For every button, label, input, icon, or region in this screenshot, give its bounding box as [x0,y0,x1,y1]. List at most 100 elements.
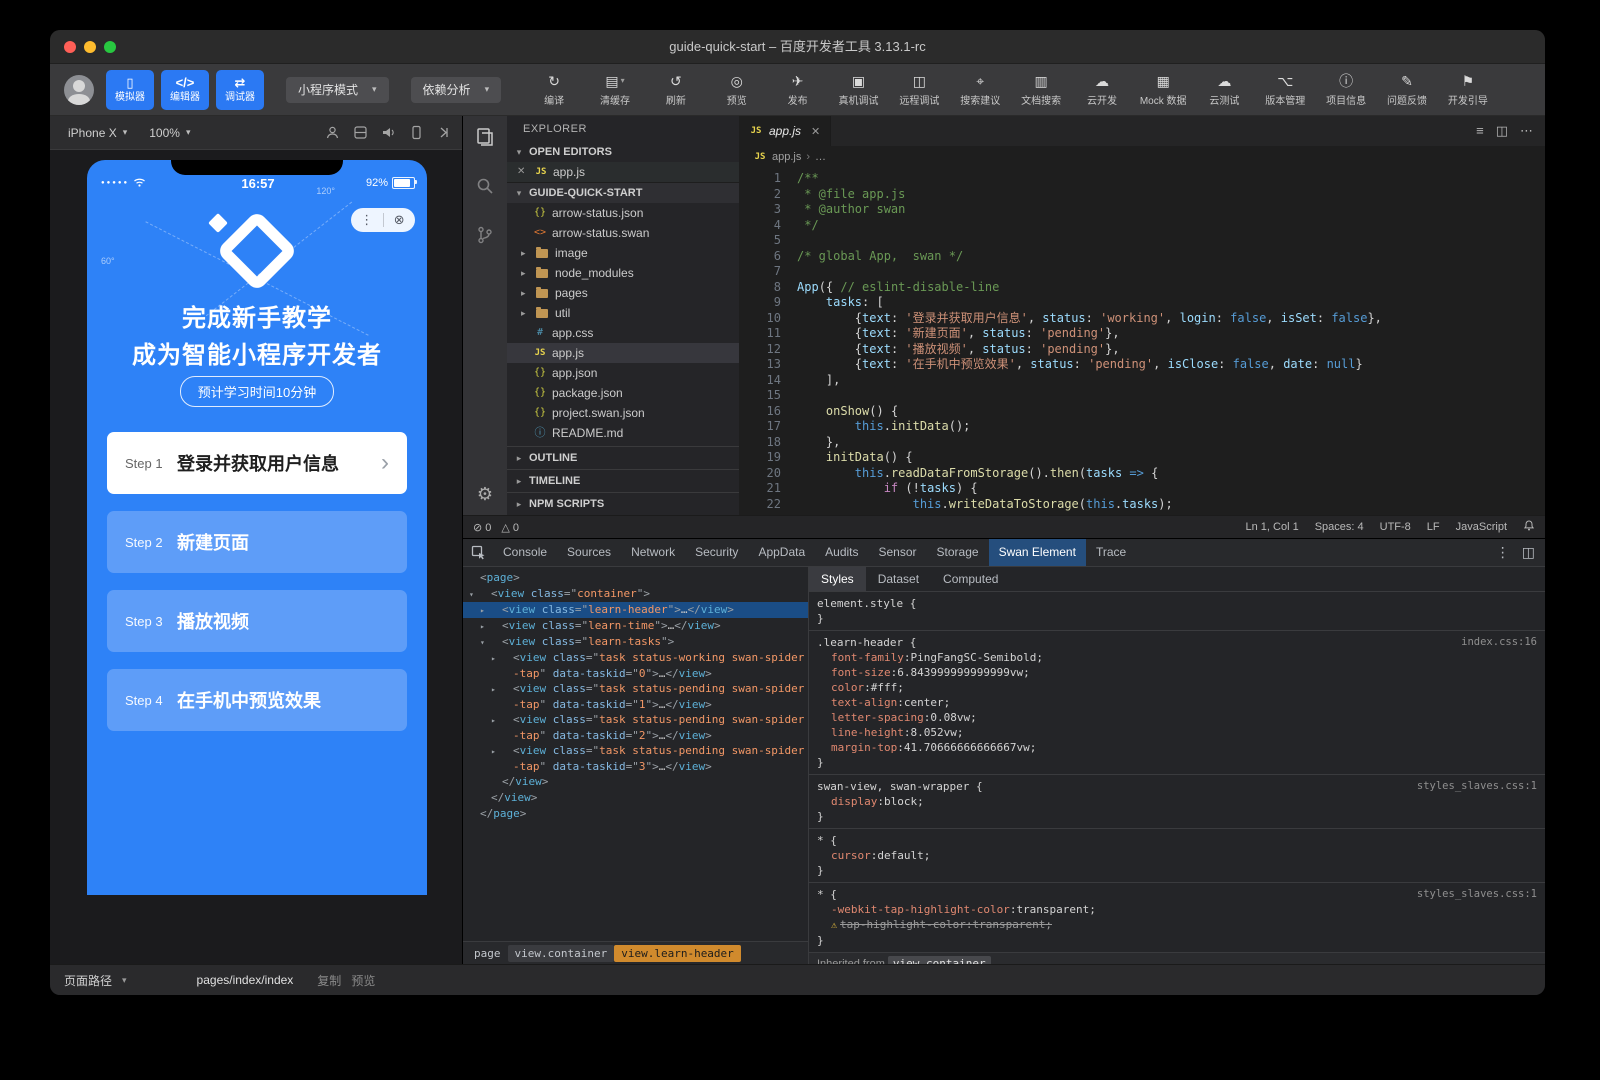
stylesheet-source-link[interactable]: styles_slaves.css:1 [1417,779,1537,794]
css-property[interactable]: color:#fff; [817,680,1537,695]
preview-path-button[interactable]: 预览 [351,972,375,989]
style-rule[interactable]: styles_slaves.css:1* {-webkit-tap-highli… [809,883,1545,953]
cursor-position[interactable]: Ln 1, Col 1 [1246,521,1299,533]
refresh-button[interactable]: ↺刷新 [653,73,699,107]
tab-app-js[interactable]: JS app.js ✕ [739,116,831,146]
inspect-element-icon[interactable] [463,545,493,560]
dom-breadcrumb-item[interactable]: view.learn-header [614,945,741,962]
dom-tree-node[interactable]: ▸<view class="learn-time">…</view> [463,618,808,634]
dom-tree-node[interactable]: </page> [463,806,808,822]
more-options-icon[interactable]: ⋮ [1496,544,1510,561]
close-icon[interactable]: ✕ [811,125,820,138]
file-row[interactable]: ▸node_modules [507,263,739,283]
explorer-icon[interactable] [474,126,496,153]
file-row[interactable]: {}app.json [507,363,739,383]
speaker-icon[interactable] [381,125,396,140]
file-row[interactable]: {}package.json [507,383,739,403]
search-suggest-button[interactable]: ⌖搜索建议 [957,73,1003,107]
capsule-menu-button[interactable]: ⋮ [351,208,383,232]
file-row[interactable]: {}arrow-status.json [507,203,739,223]
css-property[interactable]: text-align:center; [817,695,1537,710]
bell-icon[interactable] [1523,519,1535,535]
devtools-tab-sources[interactable]: Sources [557,539,621,566]
step-card[interactable]: Step 1登录并获取用户信息› [107,432,407,494]
css-property[interactable]: font-family:PingFangSC-Semibold; [817,650,1537,665]
styles-tab-computed[interactable]: Computed [931,567,1010,591]
remote-debug-button[interactable]: ◫远程调试 [896,73,942,107]
dev-guide-button[interactable]: ⚑开发引导 [1445,73,1491,107]
file-row[interactable]: ⓘREADME.md [507,423,739,443]
style-rule[interactable]: styles_slaves.css:1swan-view, swan-wrapp… [809,775,1545,829]
file-row[interactable]: JSapp.js [507,343,739,363]
step-card[interactable]: Step 4在手机中预览效果 [107,669,407,731]
warnings-indicator[interactable]: △ 0 [501,521,519,534]
style-rule[interactable]: index.css:16.learn-header {font-family:P… [809,631,1545,775]
dom-breadcrumb-item[interactable]: page [467,945,508,962]
step-card[interactable]: Step 2新建页面 [107,511,407,573]
cloud-test-button[interactable]: ☁云测试 [1201,73,1247,107]
file-row[interactable]: #app.css [507,323,739,343]
css-property[interactable]: margin-top:41.70666666666667vw; [817,740,1537,755]
user-avatar[interactable] [64,75,94,105]
clear-cache-button[interactable]: ▤▾清缓存 [592,73,638,107]
version-control-button[interactable]: ⌥版本管理 [1262,73,1308,107]
css-property[interactable]: -webkit-tap-highlight-color:transparent; [817,902,1537,917]
devtools-tab-security[interactable]: Security [685,539,748,566]
style-rule[interactable]: element.style {} [809,592,1545,631]
split-editor-icon[interactable]: ◫ [1496,123,1508,139]
file-row[interactable]: ▸pages [507,283,739,303]
devtools-tab-storage[interactable]: Storage [927,539,989,566]
zoom-select[interactable]: 100% ▾ [141,126,198,140]
devtools-tab-audits[interactable]: Audits [815,539,868,566]
copy-path-button[interactable]: 复制 [317,972,341,989]
section-timeline[interactable]: ▸TIMELINE [507,469,739,492]
css-property[interactable]: display:block; [817,794,1537,809]
css-property[interactable]: line-height:8.052vw; [817,725,1537,740]
devtools-tab-console[interactable]: Console [493,539,557,566]
eol[interactable]: LF [1427,521,1440,533]
dom-tree-node[interactable]: ▾<page> [463,570,808,586]
dock-side-icon[interactable]: ◫ [1522,544,1535,561]
project-header[interactable]: ▾ GUIDE-QUICK-START [507,182,739,203]
dom-tree-node[interactable]: ▾<view class="learn-tasks"> [463,634,808,650]
mock-data-button[interactable]: ▦Mock 数据 [1140,73,1187,107]
dependency-analysis-dropdown[interactable]: 依赖分析▾ [411,77,502,103]
device-frame-icon[interactable] [409,125,424,140]
code-area[interactable]: 1/**2 * @file app.js3 * @author swan4 */… [739,168,1545,515]
real-device-debug-button[interactable]: ▣真机调试 [835,73,881,107]
encoding[interactable]: UTF-8 [1380,521,1411,533]
section-outline[interactable]: ▸OUTLINE [507,446,739,469]
open-changes-icon[interactable]: ≡ [1476,123,1484,139]
git-branch-icon[interactable] [474,224,496,251]
css-property[interactable]: ⚠tap-highlight-color:transparent; [817,917,1537,933]
devtools-tab-sensor[interactable]: Sensor [869,539,927,566]
language-mode[interactable]: JavaScript [1456,521,1507,533]
dom-tree-node[interactable]: ▸<view class="learn-header">…</view> [463,602,808,618]
file-row[interactable]: ▸util [507,303,739,323]
inherited-selector-chip[interactable]: view.container [888,956,991,964]
devtools-tab-trace[interactable]: Trace [1086,539,1136,566]
css-property[interactable]: letter-spacing:0.08vw; [817,710,1537,725]
indentation[interactable]: Spaces: 4 [1315,521,1364,533]
dom-breadcrumb-item[interactable]: view.container [508,945,615,962]
devtools-tab-swan-element[interactable]: Swan Element [989,539,1086,566]
open-editors-header[interactable]: ▾ OPEN EDITORS [507,142,739,162]
debugger-button[interactable]: ⇄调试器 [216,70,264,110]
breadcrumb[interactable]: JS app.js › … [739,146,1545,168]
cloud-dev-button[interactable]: ☁云开发 [1079,73,1125,107]
search-icon[interactable] [474,175,496,202]
css-property[interactable]: font-size:6.843999999999999vw; [817,665,1537,680]
dom-tree-node[interactable]: </view> [463,774,808,790]
compile-button[interactable]: ↻编译 [531,73,577,107]
capsule-close-button[interactable]: ⊗ [384,208,416,232]
section-npm-scripts[interactable]: ▸NPM SCRIPTS [507,492,739,515]
miniprogram-mode-dropdown[interactable]: 小程序模式▾ [286,77,389,103]
css-property[interactable]: cursor:default; [817,848,1537,863]
devtools-tab-network[interactable]: Network [621,539,685,566]
errors-indicator[interactable]: ⊘ 0 [473,521,491,534]
dom-tree-node[interactable]: </view> [463,790,808,806]
open-editor-item[interactable]: ✕ JS app.js [507,162,739,182]
step-card[interactable]: Step 3播放视频 [107,590,407,652]
doc-search-button[interactable]: ▥文档搜索 [1018,73,1064,107]
styles-tab-dataset[interactable]: Dataset [866,567,931,591]
